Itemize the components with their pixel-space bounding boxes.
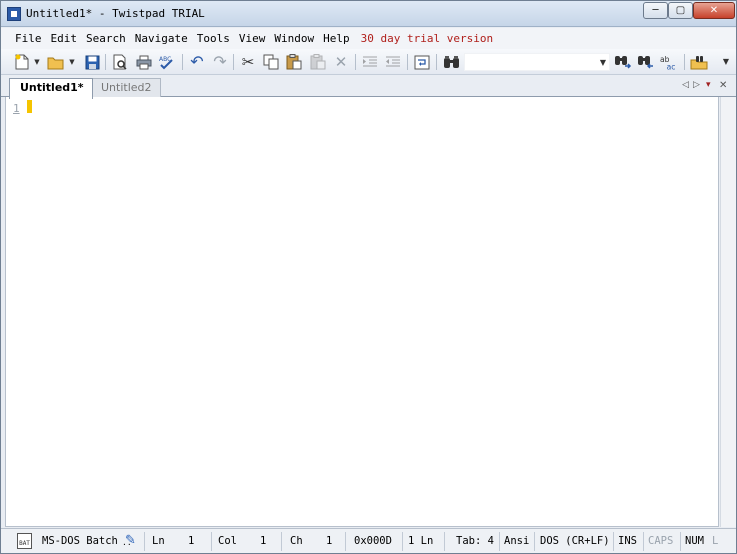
col-label: Col [218,535,237,547]
cut-icon[interactable]: ✂ [239,53,257,71]
paste-special-icon[interactable] [309,53,327,71]
delete-icon[interactable]: ✕ [332,53,350,71]
app-window: Untitled1* - Twistpad TRIAL ─ ▢ ✕ File E… [0,0,737,554]
col-value[interactable]: 1 [260,535,266,547]
tab-scroll-left-icon[interactable]: ◁ [682,80,689,90]
app-icon[interactable] [7,7,21,21]
num-indicator: NUM [685,535,704,547]
pencil-icon: ✎ [125,533,136,548]
menu-file[interactable]: File [15,32,42,45]
replace-icon[interactable]: ab ac [660,53,678,71]
status-separator [643,532,644,551]
minimize-button[interactable]: ─ [643,2,668,19]
menu-tools[interactable]: Tools [197,32,230,45]
open-folder-dropdown-icon[interactable]: ▼ [67,53,77,71]
status-separator [444,532,445,551]
line-count: 1 Ln [408,535,434,547]
title-bar[interactable]: Untitled1* - Twistpad TRIAL ─ ▢ ✕ [1,1,736,27]
toolbar-separator [407,54,408,70]
unindent-icon[interactable] [384,53,402,71]
print-icon[interactable] [135,53,153,71]
find-previous-icon[interactable] [637,53,655,71]
menu-edit[interactable]: Edit [51,32,78,45]
new-file-dropdown-icon[interactable]: ▼ [32,53,42,71]
encoding[interactable]: Ansi [504,535,529,547]
status-separator [499,532,500,551]
menu-search[interactable]: Search [86,32,126,45]
chevron-down-icon[interactable]: ▼ [598,56,608,68]
close-button[interactable]: ✕ [693,2,735,19]
status-separator [402,532,403,551]
toolbar-separator [233,54,234,70]
batch-file-icon: BAT [17,533,32,549]
line-number: 1 [13,102,20,115]
word-wrap-icon[interactable] [413,53,431,71]
tab-size[interactable]: Tab: 4 [456,535,494,547]
caps-indicator: CAPS [648,535,674,547]
menu-bar: File Edit Search Navigate Tools View Win… [1,28,736,49]
maximize-button[interactable]: ▢ [668,2,693,19]
line-number-gutter: 1 [6,97,24,526]
text-caret [27,100,32,113]
char-code: 0x000D [354,535,392,547]
search-combo-box[interactable]: ▼ [464,53,610,71]
toolbar-separator [684,54,685,70]
menu-navigate[interactable]: Navigate [135,32,188,45]
tab-list-icon[interactable]: ▾ [706,80,711,90]
tab-label: Untitled2 [101,81,152,94]
undo-icon[interactable]: ↶ [188,53,206,71]
status-separator [534,532,535,551]
status-separator [281,532,282,551]
toolbar: ▼ ▼ ABC ↶ ↷ ✂ ✕ ab ac ▼ [1,49,736,75]
tab-close-icon[interactable]: ✕ [719,80,727,91]
minimize-icon: ─ [652,5,659,16]
new-file-icon[interactable] [13,53,31,71]
vertical-scrollbar[interactable] [720,97,736,527]
line-endings[interactable]: DOS (CR+LF) [540,535,610,547]
toolbar-separator [436,54,437,70]
toolbar-separator [355,54,356,70]
toolbar-separator [182,54,183,70]
file-type[interactable]: MS-DOS Batch [42,535,118,547]
toolbar-separator [105,54,106,70]
open-folder-icon[interactable] [47,53,65,71]
menu-help[interactable]: Help [323,32,350,45]
status-separator [345,532,346,551]
insert-mode[interactable]: INS [618,535,637,547]
svg-text:ac: ac [667,62,676,70]
tab-untitled2[interactable]: Untitled2 [90,78,161,98]
menu-view[interactable]: View [239,32,266,45]
find-in-files-icon[interactable] [690,53,708,71]
extra-indicator: L [712,535,719,547]
trial-notice[interactable]: 30 day trial version [361,32,493,45]
copy-icon[interactable] [262,53,280,71]
ln-label: Ln [152,535,165,547]
print-preview-icon[interactable] [111,53,129,71]
close-icon: ✕ [709,5,719,16]
tab-untitled1[interactable]: Untitled1* [9,78,93,99]
redo-icon[interactable]: ↷ [211,53,229,71]
spellcheck-icon[interactable]: ABC [158,53,176,71]
toolbar-overflow-icon[interactable]: ▼ [721,53,731,71]
status-separator [680,532,681,551]
status-separator [613,532,614,551]
tab-bar: Untitled1* Untitled2 ◁ ▷ ▾ ✕ [1,76,736,99]
ch-label: Ch [290,535,303,547]
ch-value[interactable]: 1 [326,535,332,547]
maximize-icon: ▢ [675,5,686,16]
paste-icon[interactable] [285,53,303,71]
status-bar: BAT MS-DOS Batch .. ✎ Ln 1 Col 1 Ch 1 0x… [1,528,736,553]
find-next-icon[interactable] [614,53,632,71]
menu-window[interactable]: Window [274,32,314,45]
status-separator [144,532,145,551]
ln-value[interactable]: 1 [188,535,194,547]
save-icon[interactable] [83,53,101,71]
status-separator [211,532,212,551]
window-title: Untitled1* - Twistpad TRIAL [26,7,205,20]
tab-scroll-right-icon[interactable]: ▷ [693,80,700,90]
find-icon[interactable] [442,53,460,71]
indent-icon[interactable] [361,53,379,71]
tab-label: Untitled1* [20,81,84,94]
editor-area[interactable]: 1 [5,97,719,527]
